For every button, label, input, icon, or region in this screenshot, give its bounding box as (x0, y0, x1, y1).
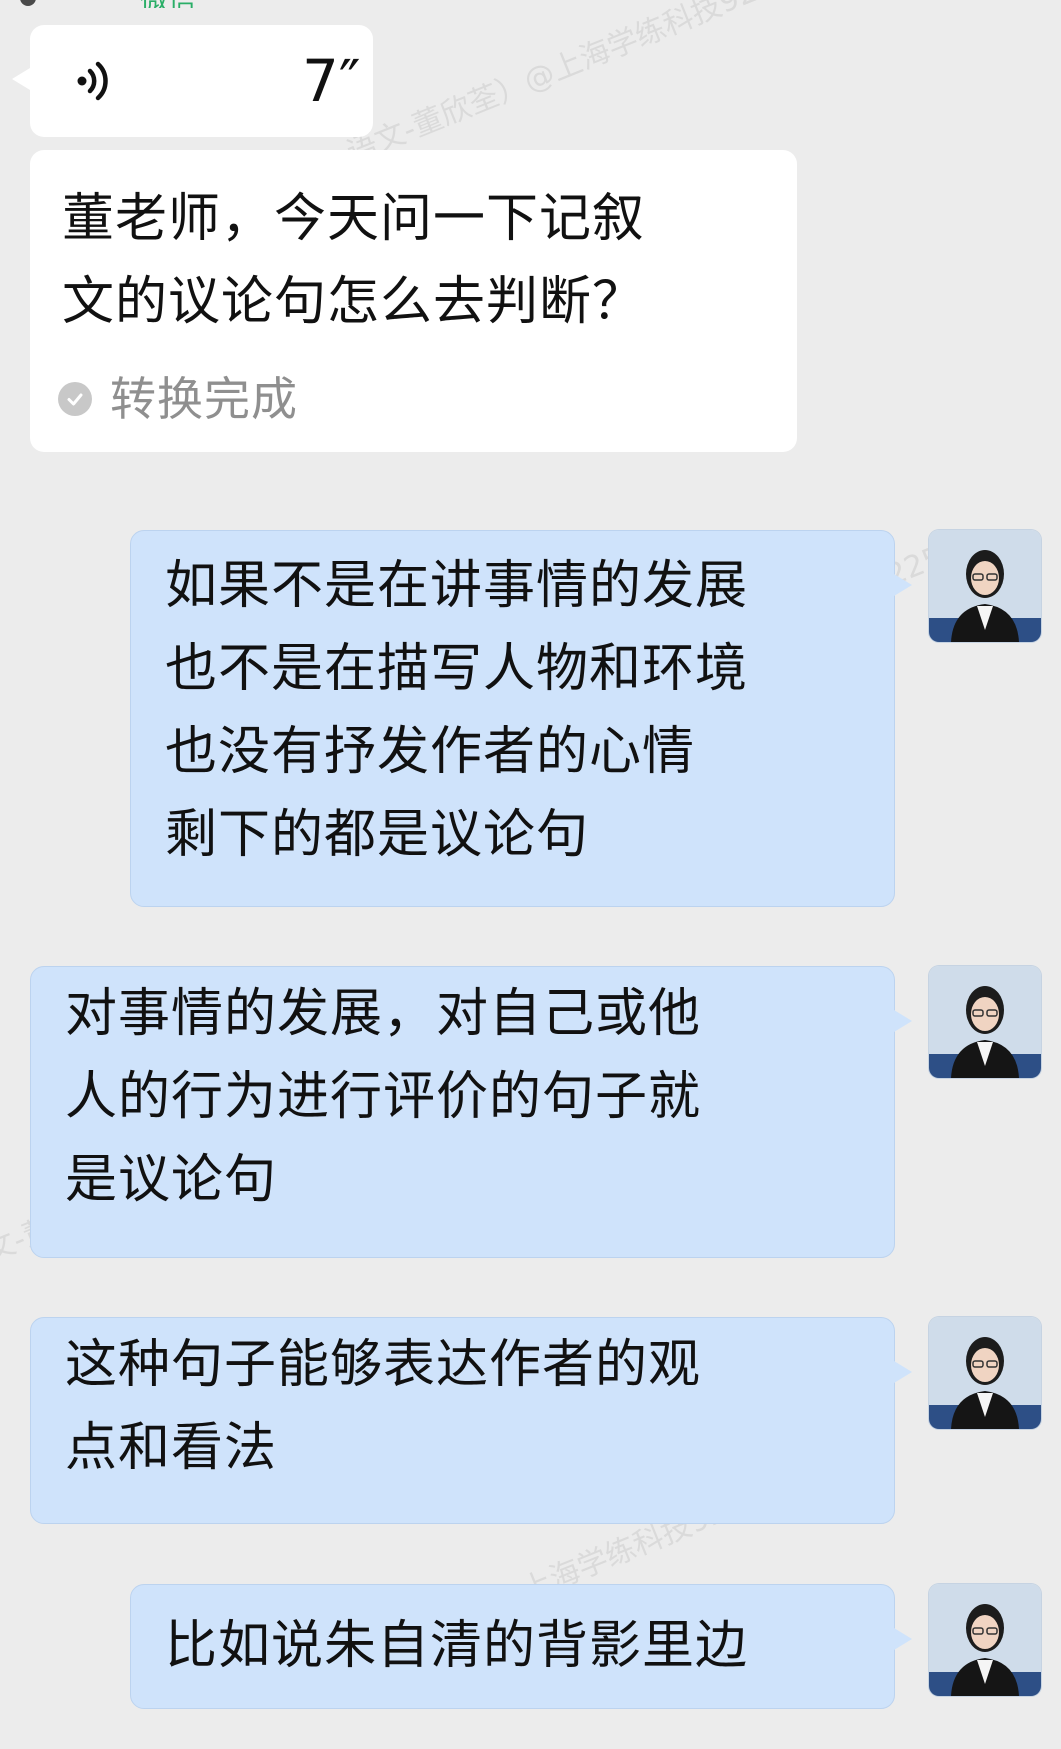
message-line: 如果不是在讲事情的发展 (165, 556, 749, 616)
status-strip: 微信 (0, 0, 1061, 8)
bubble-tail (894, 1361, 912, 1383)
bubble-tail (894, 1010, 912, 1032)
voice-wave-icon (77, 61, 108, 101)
message-line: 是议论句 (65, 1150, 278, 1210)
transcript-line: 董老师，今天问一下记叙 (62, 189, 646, 249)
message-line: 也不是在描写人物和环境 (165, 639, 749, 699)
message-line: 点和看法 (65, 1418, 278, 1478)
bubble-tail (894, 1628, 912, 1650)
reply-bubble-3[interactable]: 这种句子能够表达作者的观 点和看法 (30, 1317, 895, 1524)
reply-bubble-4[interactable]: 比如说朱自清的背影里边 (130, 1584, 895, 1709)
status-dot-icon (20, 0, 36, 6)
transcript-bubble[interactable]: 董老师，今天问一下记叙 文的议论句怎么去判断？ 转换完成 (30, 150, 797, 452)
watermark: 语文-董欣荃）@上海学练科技9225 (342, 0, 798, 171)
check-circle-icon (58, 382, 92, 416)
avatar[interactable] (929, 1317, 1041, 1429)
reply-bubble-2[interactable]: 对事情的发展，对自己或他 人的行为进行评价的句子就 是议论句 (30, 966, 895, 1258)
avatar[interactable] (929, 1584, 1041, 1696)
app-label: 微信 (140, 0, 196, 8)
message-line: 比如说朱自清的背影里边 (165, 1616, 749, 1676)
message-line: 对事情的发展，对自己或他 (65, 984, 702, 1044)
message-line: 也没有抒发作者的心情 (165, 722, 696, 782)
message-line: 人的行为进行评价的句子就 (65, 1067, 702, 1127)
bubble-tail (12, 68, 30, 90)
transcript-line: 文的议论句怎么去判断？ (62, 272, 646, 332)
bubble-tail (894, 574, 912, 596)
transcript-status: 转换完成 (58, 369, 298, 429)
message-line: 剩下的都是议论句 (165, 805, 590, 865)
reply-bubble-1[interactable]: 如果不是在讲事情的发展 也不是在描写人物和环境 也没有抒发作者的心情 剩下的都是… (130, 530, 895, 907)
avatar[interactable] (929, 530, 1041, 642)
voice-duration: 7″ (302, 47, 361, 115)
message-line: 这种句子能够表达作者的观 (65, 1335, 702, 1395)
avatar[interactable] (929, 966, 1041, 1078)
status-label: 转换完成 (110, 372, 298, 426)
voice-message-bubble[interactable]: 7″ (30, 25, 373, 137)
